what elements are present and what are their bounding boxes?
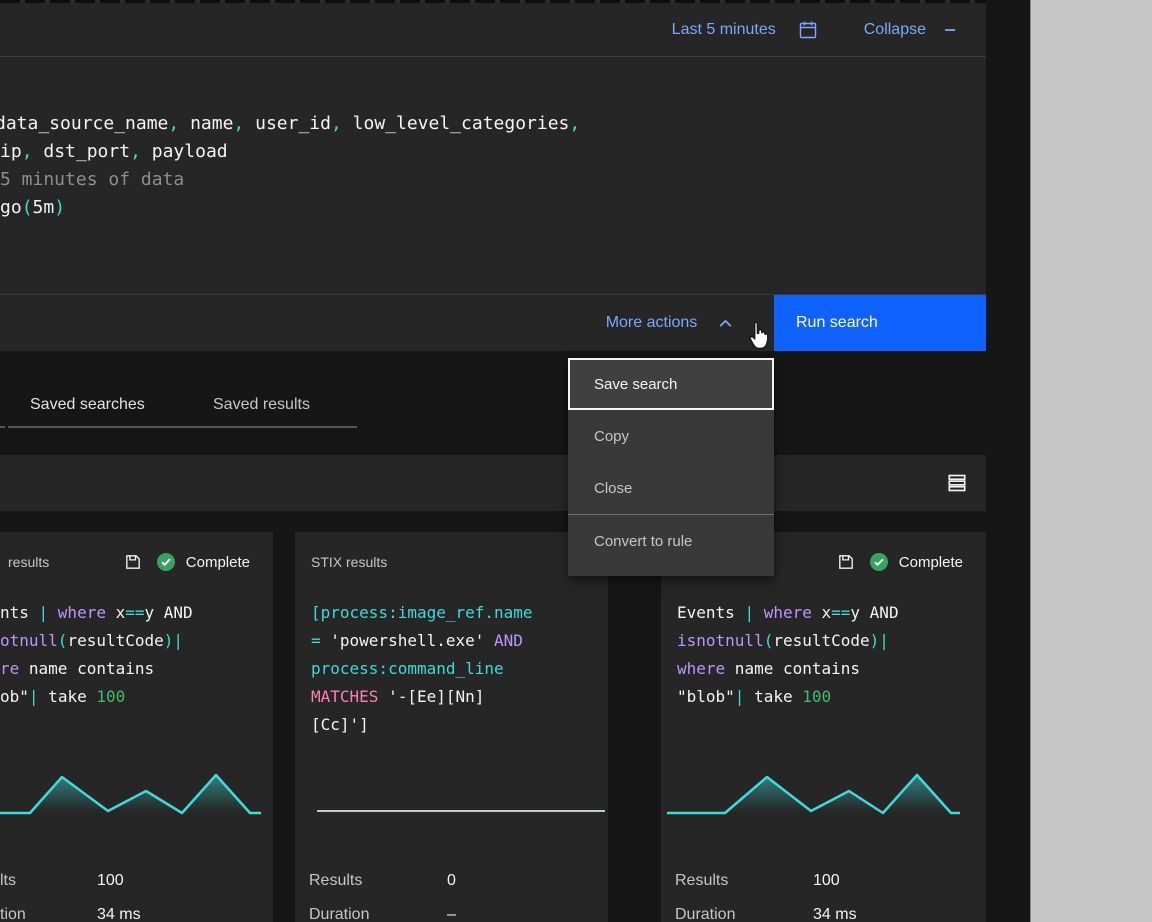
- stat-duration: tion 34 ms: [0, 905, 273, 922]
- action-bar: More actions Run search: [0, 295, 986, 351]
- status-label: Complete: [899, 554, 963, 571]
- tab-label: Saved results: [213, 396, 310, 414]
- tab-bar: Saved searches Saved results: [8, 380, 986, 428]
- more-actions-label: More actions: [606, 314, 698, 332]
- card-status: Complete: [124, 552, 250, 572]
- stat-label: tion: [0, 905, 97, 922]
- stat-value: 100: [813, 871, 840, 891]
- stat-label: Duration: [675, 905, 813, 922]
- card-header: results: [0, 532, 273, 574]
- tab-saved-results[interactable]: Saved results: [193, 380, 357, 428]
- stat-results: Results 100: [661, 871, 986, 891]
- stat-value: 0: [447, 871, 456, 891]
- stat-value: –: [447, 905, 456, 922]
- card-code-block: nts | where x==y ANDotnull(resultCode)|r…: [0, 599, 273, 747]
- stat-value: 34 ms: [813, 905, 857, 922]
- more-actions-menu: Save search Copy Close Convert to rule: [568, 358, 774, 576]
- result-card-events-right[interactable]: Complete Events | where x==y ANDisnotnul…: [661, 532, 986, 922]
- minus-icon: [942, 22, 958, 38]
- menu-item-convert-to-rule[interactable]: Convert to rule: [568, 515, 774, 567]
- results-sparkline: [295, 767, 608, 825]
- card-code-block: [process:image_ref.name= 'powershell.exe…: [295, 599, 608, 747]
- complete-check-icon: [156, 552, 176, 572]
- save-icon[interactable]: [837, 553, 855, 571]
- tab-saved-searches[interactable]: Saved searches: [8, 380, 193, 428]
- tab-fragment: [0, 426, 5, 428]
- stat-value: 34 ms: [97, 905, 141, 922]
- stat-label: Results: [309, 871, 447, 891]
- query-toolbar: Last 5 minutes Collapse: [0, 3, 986, 57]
- time-range-label: Last 5 minutes: [672, 21, 776, 39]
- stat-duration: Duration –: [295, 905, 608, 922]
- collapse-button[interactable]: Collapse: [864, 21, 958, 39]
- more-actions-button[interactable]: More actions: [568, 295, 772, 351]
- screen: Last 5 minutes Collapse data_: [0, 0, 1152, 922]
- results-sparkline: [661, 767, 986, 825]
- status-label: Complete: [186, 554, 250, 571]
- calendar-icon[interactable]: [798, 20, 818, 40]
- card-stats: Results 0 Duration –: [295, 871, 608, 922]
- adjacent-page-background: [1030, 0, 1152, 922]
- saved-section: Saved searches Saved results: [0, 351, 986, 455]
- stat-label: Duration: [309, 905, 447, 922]
- result-card-events-left[interactable]: results: [0, 532, 273, 922]
- results-toolbar: [0, 455, 986, 511]
- stat-label: Results: [675, 871, 813, 891]
- stat-duration: Duration 34 ms: [661, 905, 986, 922]
- run-search-button[interactable]: Run search: [774, 295, 986, 351]
- card-status: Complete: [837, 552, 963, 572]
- card-header: STIX results: [295, 532, 608, 574]
- complete-check-icon: [869, 552, 889, 572]
- stat-results: Results 0: [295, 871, 608, 891]
- card-title: STIX results: [311, 554, 387, 570]
- menu-item-close[interactable]: Close: [568, 462, 774, 514]
- card-title: results: [8, 554, 49, 570]
- menu-item-copy[interactable]: Copy: [568, 410, 774, 462]
- rows-view-icon[interactable]: [946, 472, 968, 494]
- card-code-block: Events | where x==y ANDisnotnull(resultC…: [661, 599, 986, 747]
- card-stats: lts 100 tion 34 ms: [0, 871, 273, 922]
- stat-results: lts 100: [0, 871, 273, 891]
- search-workspace: Last 5 minutes Collapse data_: [0, 0, 986, 922]
- save-icon[interactable]: [124, 553, 142, 571]
- results-sparkline: [0, 767, 273, 825]
- time-range-picker[interactable]: Last 5 minutes: [672, 20, 818, 40]
- stat-value: 100: [97, 871, 124, 891]
- collapse-label: Collapse: [864, 21, 926, 39]
- tab-label: Saved searches: [30, 396, 145, 414]
- result-card-stix[interactable]: STIX results [process:image_ref.name= 'p…: [295, 532, 608, 922]
- chevron-up-icon: [717, 315, 734, 332]
- stat-label: lts: [0, 871, 97, 891]
- result-cards: results: [0, 532, 986, 922]
- app-panel: Last 5 minutes Collapse data_: [0, 0, 1030, 922]
- query-editor[interactable]: data_source_name, name, user_id, low_lev…: [0, 57, 986, 295]
- card-stats: Results 100 Duration 34 ms: [661, 871, 986, 922]
- menu-item-save-search[interactable]: Save search: [568, 358, 774, 410]
